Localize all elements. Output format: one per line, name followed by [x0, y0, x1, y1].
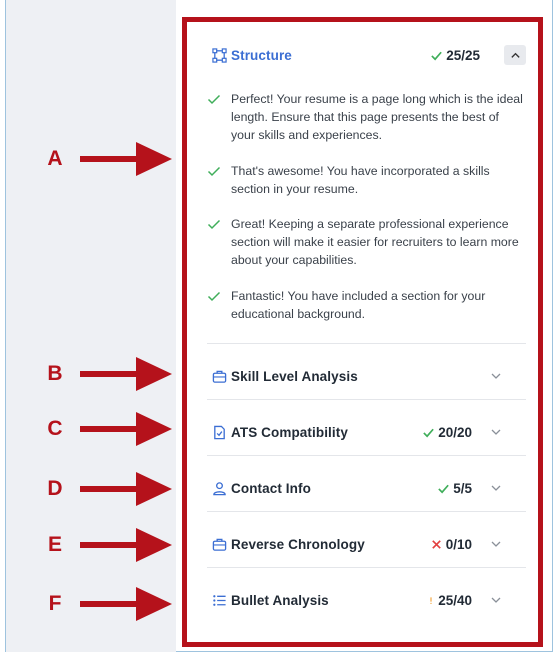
- divider: [207, 455, 526, 456]
- check-icon: [438, 484, 449, 493]
- annotation-arrow: [80, 472, 172, 506]
- section-title: Contact Info: [231, 480, 311, 496]
- feedback-item: That's awesome! You have incorporated a …: [207, 162, 526, 198]
- chevron-down-icon[interactable]: [490, 482, 502, 494]
- annotation-a: A: [40, 139, 175, 179]
- section-title: Structure: [231, 47, 292, 63]
- check-icon: [207, 291, 221, 302]
- chevron-down-icon[interactable]: [490, 594, 502, 606]
- collapse-button[interactable]: [504, 45, 526, 65]
- feedback-text: Great! Keeping a separate professional e…: [231, 217, 519, 267]
- score-value: 0/10: [445, 536, 472, 552]
- annotation-f: F: [40, 584, 175, 624]
- annotation-arrow: [80, 412, 172, 446]
- section-title: Skill Level Analysis: [231, 368, 358, 384]
- warning-icon: [430, 596, 432, 604]
- section-skill-level-analysis[interactable]: Skill Level Analysis: [212, 365, 518, 387]
- section-ats-compatibility[interactable]: ATS Compatibility 20/20: [212, 421, 518, 443]
- annotation-arrow: [80, 142, 172, 176]
- check-icon: [207, 166, 221, 177]
- feedback-item: Great! Keeping a separate professional e…: [207, 215, 526, 269]
- section-score: 0/10: [430, 537, 472, 552]
- check-icon: [207, 94, 221, 105]
- list-icon: [213, 594, 226, 606]
- annotation-letter: F: [48, 592, 62, 615]
- annotation-letter: E: [47, 533, 62, 556]
- divider: [207, 343, 526, 344]
- feedback-text: That's awesome! You have incorporated a …: [231, 164, 490, 196]
- annotation-letter: B: [47, 362, 63, 385]
- chevron-down-icon[interactable]: [490, 426, 502, 438]
- check-icon: [423, 428, 434, 437]
- section-contact-info[interactable]: Contact Info 5/5: [212, 477, 518, 499]
- score-value: 20/20: [438, 424, 472, 440]
- user-icon: [213, 481, 226, 495]
- annotation-letter: C: [47, 417, 63, 440]
- section-title: Reverse Chronology: [231, 536, 365, 552]
- divider: [207, 567, 526, 568]
- section-score: 25/40: [427, 593, 472, 608]
- resume-analysis-panel: Structure 25/25 Perfect! Your resume is …: [182, 17, 543, 647]
- annotation-letter: D: [47, 477, 63, 500]
- divider: [207, 511, 526, 512]
- document-check-icon: [214, 425, 225, 439]
- annotation-e: E: [40, 525, 175, 565]
- section-score: 25/25: [430, 48, 480, 63]
- chevron-down-icon[interactable]: [490, 538, 502, 550]
- feedback-text: Perfect! Your resume is a page long whic…: [231, 92, 523, 142]
- section-structure-header[interactable]: Structure 25/25: [212, 44, 526, 66]
- briefcase-icon: [212, 538, 227, 551]
- chevron-up-icon: [510, 52, 520, 58]
- check-icon: [431, 51, 442, 60]
- x-icon: [431, 539, 441, 549]
- check-icon: [207, 219, 221, 230]
- section-score: 20/20: [422, 425, 472, 440]
- chevron-down-icon[interactable]: [490, 370, 502, 382]
- annotation-arrow: [80, 528, 172, 562]
- section-title: ATS Compatibility: [231, 424, 348, 440]
- feedback-item: Fantastic! You have included a section f…: [207, 287, 526, 323]
- annotation-letter: A: [47, 147, 63, 170]
- annotation-c: C: [40, 409, 175, 449]
- score-value: 25/40: [438, 592, 472, 608]
- divider: [207, 399, 526, 400]
- briefcase-icon: [212, 370, 227, 383]
- feedback-item: Perfect! Your resume is a page long whic…: [207, 90, 526, 144]
- section-reverse-chronology[interactable]: Reverse Chronology 0/10: [212, 533, 518, 555]
- score-value: 5/5: [453, 480, 472, 496]
- annotation-d: D: [40, 469, 175, 509]
- section-title: Bullet Analysis: [231, 592, 329, 608]
- feedback-text: Fantastic! You have included a section f…: [231, 289, 486, 321]
- section-score: 5/5: [437, 481, 472, 496]
- annotation-arrow: [80, 357, 172, 391]
- structure-icon: [212, 47, 227, 63]
- score-value: 25/25: [446, 47, 480, 63]
- annotation-b: B: [40, 354, 175, 394]
- section-bullet-analysis[interactable]: Bullet Analysis 25/40: [212, 589, 518, 611]
- annotation-arrow: [80, 587, 172, 621]
